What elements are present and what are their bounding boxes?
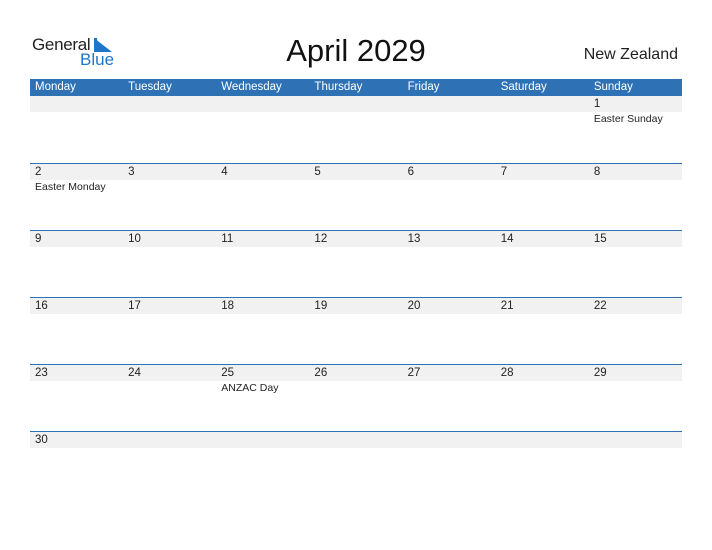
- day-number: 24: [128, 367, 141, 379]
- week-row: 16 17 18 19 20 21 22: [30, 297, 682, 364]
- day-number: 27: [407, 367, 421, 379]
- weekday-header: Monday Tuesday Wednesday Thursday Friday…: [30, 79, 682, 96]
- day-cell: [496, 96, 589, 163]
- day-number: 20: [407, 300, 421, 312]
- day-number: 9: [35, 233, 42, 245]
- week-row: 1 Easter Sunday: [30, 96, 682, 163]
- day-cell: 4: [216, 164, 309, 230]
- day-cell: 5: [309, 164, 402, 230]
- weekday-label: Thursday: [314, 81, 363, 93]
- day-number: 5: [314, 166, 321, 178]
- weekday-label: Monday: [35, 81, 76, 93]
- day-cell: [309, 96, 402, 163]
- day-cell: 9: [30, 231, 123, 297]
- day-cell: 26: [309, 365, 402, 431]
- day-number: 8: [593, 166, 601, 178]
- day-number: 4: [221, 166, 228, 178]
- day-number: 17: [128, 300, 141, 312]
- day-cell: 15: [589, 231, 682, 297]
- day-number: 10: [128, 233, 141, 245]
- day-number: 15: [593, 233, 607, 245]
- day-cell: 29: [589, 365, 682, 431]
- day-number: 11: [221, 233, 234, 245]
- day-cell: 14: [496, 231, 589, 297]
- day-cell: 13: [403, 231, 496, 297]
- day-cell: 28: [496, 365, 589, 431]
- day-cell: 1 Easter Sunday: [589, 96, 682, 163]
- day-number: 18: [221, 300, 235, 312]
- day-cell: [123, 432, 216, 448]
- day-cell: 6: [403, 164, 496, 230]
- day-number: 28: [500, 367, 514, 379]
- day-number: 12: [314, 233, 328, 245]
- day-cell: 3: [123, 164, 216, 230]
- holiday-label: ANZAC Day: [221, 382, 279, 394]
- day-cell: 19: [309, 298, 402, 364]
- day-number: 2: [35, 166, 42, 178]
- country-label: New Zealand: [583, 46, 678, 63]
- day-cell: 18: [216, 298, 309, 364]
- day-cell: 21: [496, 298, 589, 364]
- day-cell: 22: [589, 298, 682, 364]
- day-number: 29: [593, 367, 607, 379]
- day-number: 22: [593, 300, 607, 312]
- holiday-label: Easter Monday: [35, 181, 106, 193]
- day-cell: 30: [30, 432, 123, 448]
- day-number: 7: [500, 166, 508, 178]
- day-cell: 23: [30, 365, 123, 431]
- day-cell: [216, 432, 309, 448]
- day-cell: 27: [403, 365, 496, 431]
- day-cell: 10: [123, 231, 216, 297]
- day-number: 14: [500, 233, 514, 245]
- weekday-label: Wednesday: [221, 81, 282, 93]
- weekday-label: Sunday: [593, 81, 633, 93]
- day-cell: 24: [123, 365, 216, 431]
- day-number: 13: [407, 233, 421, 245]
- day-cell: 7: [496, 164, 589, 230]
- week-row: 2 Easter Monday 3 4 5 6 7 8: [30, 163, 682, 230]
- day-cell: 20: [403, 298, 496, 364]
- day-cell: [30, 96, 123, 163]
- day-cell: 2 Easter Monday: [30, 164, 123, 230]
- day-cell: [403, 96, 496, 163]
- day-number: 26: [314, 367, 328, 379]
- week-row: 23 24 25 ANZAC Day 26 27 28 29: [30, 364, 682, 431]
- weekday-label: Friday: [407, 81, 440, 93]
- day-cell: 8: [589, 164, 682, 230]
- weekday-label: Saturday: [500, 81, 547, 93]
- weekday-label: Tuesday: [128, 81, 172, 93]
- day-cell: [216, 96, 309, 163]
- calendar-grid: Monday Tuesday Wednesday Thursday Friday…: [30, 79, 682, 448]
- day-number: 1: [593, 98, 601, 110]
- day-number: 21: [500, 300, 514, 312]
- day-cell: 16: [30, 298, 123, 364]
- day-number: 30: [35, 434, 48, 446]
- day-cell: 11: [216, 231, 309, 297]
- holiday-label: Easter Sunday: [593, 113, 663, 125]
- week-row: 9 10 11 12 13 14 15: [30, 230, 682, 297]
- day-number: 23: [35, 367, 48, 379]
- day-number: 6: [407, 166, 414, 178]
- day-cell: 25 ANZAC Day: [216, 365, 309, 431]
- day-cell: [589, 432, 682, 448]
- day-cell: [403, 432, 496, 448]
- week-row: 30: [30, 431, 682, 448]
- day-cell: 17: [123, 298, 216, 364]
- day-number: 16: [35, 300, 48, 312]
- day-cell: [309, 432, 402, 448]
- day-number: 19: [314, 300, 328, 312]
- day-number: 3: [128, 166, 135, 178]
- day-number: 25: [221, 367, 235, 379]
- day-cell: 12: [309, 231, 402, 297]
- day-cell: [123, 96, 216, 163]
- day-cell: [496, 432, 589, 448]
